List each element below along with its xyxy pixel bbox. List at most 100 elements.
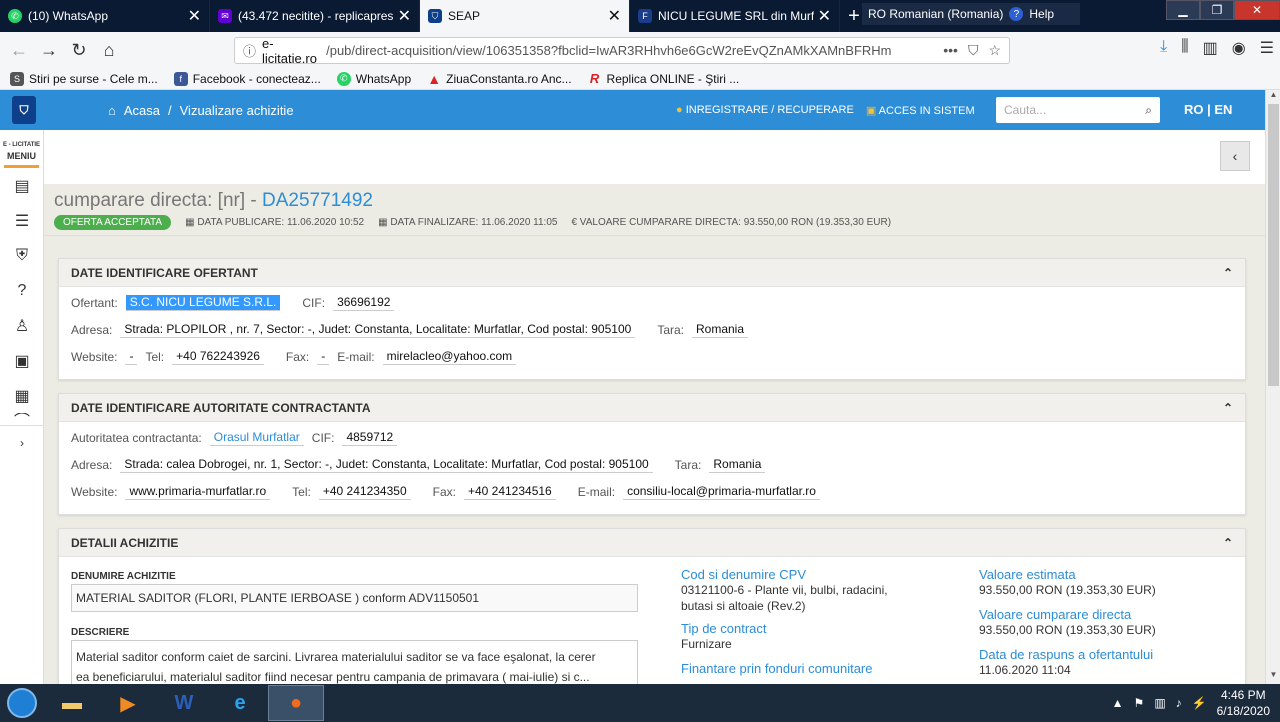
tab-listafirme[interactable]: F NICU LEGUME SRL din Murfatl ✕ [630,0,840,32]
volume-icon[interactable]: ♪ [1176,696,1182,710]
ofertant-address: Strada: PLOPILOR , nr. 7, Sector: -, Jud… [120,322,636,338]
label-email: E-mail: [337,349,375,364]
internet-explorer-icon[interactable]: e [212,685,268,721]
label-tel: Tel: [292,484,311,499]
estimata-value: 93.550,00 RON (19.353,30 EUR) [979,583,1156,597]
minimize-icon[interactable]: ▁ [1166,0,1200,20]
panel-heading[interactable]: DETALII ACHIZITIE ⌃ [59,529,1245,557]
chevron-up-icon[interactable]: ⌃ [1223,401,1233,415]
ofertant-phone: +40 762243926 [172,349,264,365]
firefox-icon[interactable]: ● [268,685,324,721]
list-export-icon[interactable]: ☰ [0,203,44,238]
power-icon[interactable]: ⚡ [1192,696,1207,710]
facebook-icon: f [173,71,188,86]
maximize-icon[interactable]: ❐ [1200,0,1234,20]
explorer-icon[interactable]: ▬ [44,685,100,721]
scroll-down-icon[interactable]: ▼ [1266,670,1280,684]
chevron-up-icon[interactable]: ⌃ [1223,536,1233,550]
page-actions-icon[interactable]: ••• [943,42,958,59]
bookmark-facebook[interactable]: f Facebook - conecteaz... [173,71,321,86]
close-tab-icon[interactable]: ✕ [818,6,831,26]
cumparare-value: 93.550,00 RON (19.353,30 EUR) [979,623,1156,637]
register-link[interactable]: ● INREGISTRARE / RECUPERARE [676,104,854,117]
menu-icon[interactable]: ☰ [1260,38,1274,58]
label-fax: Fax: [432,484,456,499]
word-icon[interactable]: W [156,685,212,721]
acquisition-meta: OFERTA ACCEPTATA ▦ DATA PUBLICARE: 11.06… [54,215,891,230]
seap-logo-icon[interactable]: ⛉ [12,96,36,124]
scroll-up-icon[interactable]: ▲ [1266,90,1280,104]
login-link[interactable]: ▣ ACCES IN SISTEM [866,104,975,117]
acquisition-id[interactable]: DA25771492 [262,190,373,211]
whatsapp-icon: ✆ [8,9,22,23]
lang-en[interactable]: EN [1214,102,1232,117]
collapse-button[interactable]: ‹ [1220,141,1250,171]
reload-icon[interactable]: ↻ [64,40,94,61]
download-icon[interactable]: ⤓ [1160,38,1167,58]
back-icon[interactable]: ← [4,40,34,61]
autoritate-link[interactable]: Orasul Murfatlar [209,430,304,446]
tab-yahoo-mail[interactable]: ✉ (43.472 necitite) - replicapres@ ✕ [210,0,420,32]
action-center-icon[interactable]: ⚑ [1134,696,1145,710]
breadcrumb-home[interactable]: Acasa [124,103,160,118]
shield-check-icon[interactable]: ⛨ [0,238,44,273]
expand-menu-icon[interactable]: › [0,425,44,460]
page-scrollbar[interactable]: ▲ ▼ [1265,90,1280,684]
bookmark-ziuaconstanta[interactable]: ▲ ZiuaConstanta.ro Anc... [427,71,571,87]
windows-orb-icon [7,688,37,718]
show-hidden-icon[interactable]: ▲ [1112,696,1124,710]
side-menu: E - LICITATIE MENIU ▤ ☰ ⛨ ? ♙ ▣ ▦ ⌒ › [0,130,44,684]
chevron-up-icon[interactable]: ⌃ [1223,266,1233,280]
tab-whatsapp[interactable]: ✆ (10) WhatsApp ✕ [0,0,210,32]
lang-ro[interactable]: RO [1184,102,1204,117]
library-icon[interactable]: ⫼ [1181,38,1188,58]
search-icon[interactable]: ⌕ [1145,103,1152,118]
panel-heading[interactable]: DATE IDENTIFICARE OFERTANT ⌃ [59,259,1245,287]
search-input[interactable]: Cauta... ⌕ [996,97,1160,123]
help-circle-icon[interactable]: ? [0,273,44,308]
info-icon[interactable]: ⓘ [243,41,256,60]
language-indicator[interactable]: RO Romanian (Romania) ? Help [862,3,1080,25]
document-icon[interactable]: ▤ [0,168,44,203]
user-icon: ● [676,104,683,116]
help-label[interactable]: Help [1029,7,1054,21]
panel-detalii: DETALII ACHIZITIE ⌃ DENUMIRE ACHIZITIE M… [58,528,1246,684]
bookmark-label: WhatsApp [355,71,412,86]
close-window-icon[interactable]: ✕ [1234,0,1280,20]
end-date-text: DATA FINALIZARE: 11.06.2020 11:05 [390,217,558,228]
close-tab-icon[interactable]: ✕ [188,6,201,26]
start-button[interactable] [0,684,44,722]
bookmark-star-icon[interactable]: ☆ [988,42,1001,59]
scroll-thumb[interactable] [1268,104,1279,386]
url-bar[interactable]: ⓘ e-licitatie.ro /pub/direct-acquisition… [234,36,1010,66]
pocket-icon[interactable]: ⛉ [968,42,979,59]
register-icon[interactable]: ▦ [0,378,44,413]
help-icon[interactable]: ? [1009,7,1024,21]
id-card-icon[interactable]: ▣ [0,343,44,378]
label-cif: CIF: [311,430,335,445]
tab-seap[interactable]: ⛉ SEAP ✕ [420,0,630,32]
person-icon[interactable]: ♙ [0,308,44,343]
bookmark-whatsapp[interactable]: ✆ WhatsApp [336,71,412,86]
home-icon[interactable]: ⌂ [108,103,116,118]
close-tab-icon[interactable]: ✕ [608,6,621,26]
network-icon[interactable]: ▥ [1154,696,1165,710]
bookmark-replica[interactable]: R Replica ONLINE - Ştiri ... [588,71,739,86]
menu-top-label: E - LICITATIE [2,142,41,148]
sidebar-icon[interactable]: ▥ [1203,38,1218,58]
account-icon[interactable]: ◉ [1232,38,1246,58]
close-tab-icon[interactable]: ✕ [398,6,411,26]
replica-icon: R [589,71,600,86]
clock[interactable]: 4:46 PM 6/18/2020 [1217,687,1270,719]
panel-heading[interactable]: DATE IDENTIFICARE AUTORITATE CONTRACTANT… [59,394,1245,422]
more-icon[interactable]: ⌒ [0,413,44,425]
forward-icon[interactable]: → [34,40,64,61]
media-player-icon[interactable]: ▶ [100,685,156,721]
label-raspuns: Data de raspuns a ofertantului [979,647,1154,662]
home-icon[interactable]: ⌂ [94,40,124,61]
label-fax: Fax: [285,349,310,364]
bookmark-stiri[interactable]: S Stiri pe surse - Cele m... [10,71,158,86]
label-descriere: DESCRIERE [71,627,130,638]
publish-date: ▦ DATA PUBLICARE: 11.06.2020 10:52 [185,217,364,228]
ofertant-name[interactable]: S.C. NICU LEGUME S.R.L. [125,294,281,311]
